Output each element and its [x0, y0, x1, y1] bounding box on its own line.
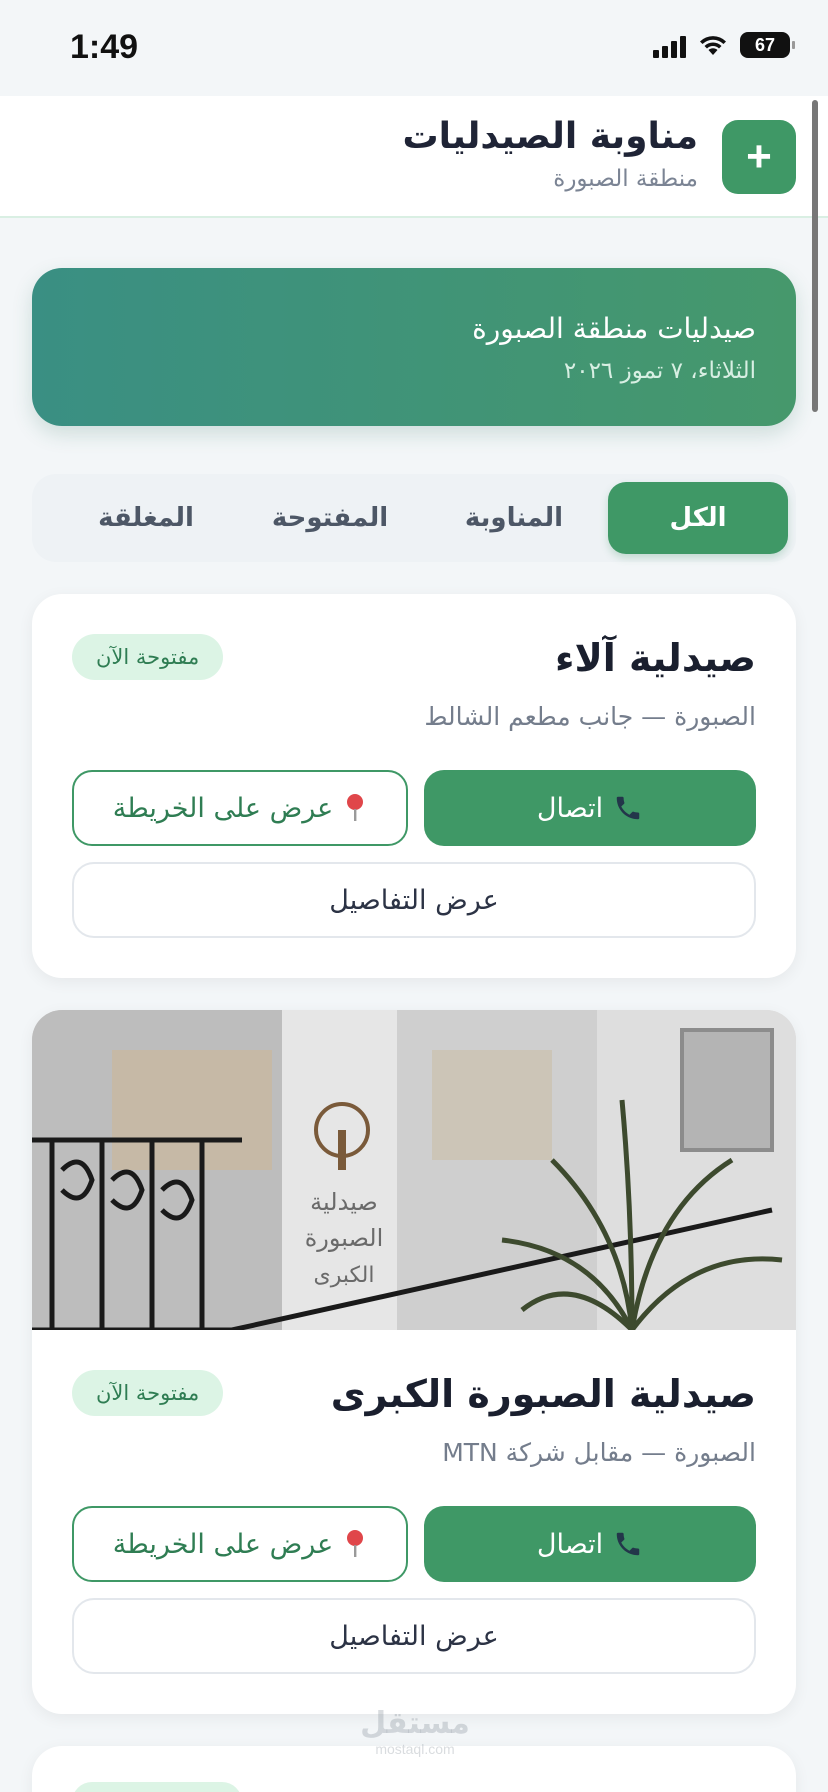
watermark-en: mostaql.com	[375, 1741, 455, 1757]
filter-tabs: الكل المناوبة المفتوحة المغلقة	[32, 474, 796, 562]
status-badge: مفتوحة الآن	[72, 1370, 224, 1416]
pharmacy-card: صيدلية آلاء مفتوحة الآن الصبورة — جانب م…	[32, 594, 796, 978]
tab-open[interactable]: المفتوحة	[240, 482, 420, 554]
wifi-icon	[700, 36, 726, 55]
phone-icon	[616, 796, 640, 820]
status-icons: 67	[653, 32, 795, 58]
banner-date: الثلاثاء، ٧ تموز ٢٠٢٦	[563, 358, 756, 384]
battery-icon: 67	[740, 32, 795, 58]
watermark-ar: مستقل	[360, 1706, 470, 1741]
page-title: مناوبة الصيدليات	[402, 116, 699, 157]
pharmacy-name: صيدلية آلاء	[555, 636, 756, 680]
add-button[interactable]: +	[722, 120, 796, 194]
battery-level: 67	[754, 34, 776, 55]
pharmacy-name: صيدلية الصبورة الكبرى	[330, 1372, 756, 1416]
pharmacy-card: صيدلية الصبورة الكبرى صيدلية الصبورة الك…	[32, 1010, 796, 1714]
map-pin-icon	[347, 1530, 364, 1557]
view-map-label: عرض على الخريطة	[112, 792, 334, 824]
banner-title: صيدليات منطقة الصبورة	[472, 312, 756, 345]
call-button[interactable]: اتصال	[424, 1506, 756, 1582]
region-banner: صيدليات منطقة الصبورة الثلاثاء، ٧ تموز ٢…	[32, 268, 796, 426]
sign-line-2: الصبورة	[305, 1224, 384, 1252]
phone-icon	[616, 1532, 640, 1556]
pharmacy-address: الصبورة — جانب مطعم الشالط	[424, 702, 756, 731]
call-button[interactable]: اتصال	[424, 770, 756, 846]
view-map-button[interactable]: عرض على الخريطة	[72, 770, 408, 846]
status-bar: 1:49 67	[0, 0, 828, 96]
status-badge: مفتوحة الآن	[72, 634, 224, 680]
watermark-logo: مستقل mostaql.com	[360, 1706, 470, 1757]
pharmacy-photo: صيدلية الصبورة الكبرى	[32, 1010, 796, 1330]
call-button-label: اتصال	[536, 792, 604, 824]
sign-line-1: صيدلية	[310, 1188, 378, 1216]
scrollbar[interactable]	[812, 100, 818, 412]
tab-closed[interactable]: المغلقة	[56, 482, 236, 554]
tab-on-duty[interactable]: المناوبة	[424, 482, 604, 554]
tab-all[interactable]: الكل	[608, 482, 788, 554]
page-subtitle: منطقة الصبورة	[553, 166, 698, 192]
call-button-label: اتصال	[536, 1528, 604, 1560]
status-badge	[72, 1782, 242, 1792]
cellular-signal-icon	[653, 32, 686, 58]
view-map-label: عرض على الخريطة	[112, 1528, 334, 1560]
status-time: 1:49	[70, 28, 139, 66]
view-details-button[interactable]: عرض التفاصيل	[72, 1598, 756, 1674]
map-pin-icon	[347, 794, 364, 821]
pharmacy-storefront-image: صيدلية الصبورة الكبرى	[32, 1010, 796, 1330]
plus-icon: +	[746, 132, 772, 181]
view-map-button[interactable]: عرض على الخريطة	[72, 1506, 408, 1582]
app-header: + مناوبة الصيدليات منطقة الصبورة	[0, 96, 828, 218]
sign-line-3: الكبرى	[314, 1263, 375, 1288]
pharmacy-address: الصبورة — مقابل شركة MTN	[442, 1438, 756, 1467]
view-details-button[interactable]: عرض التفاصيل	[72, 862, 756, 938]
